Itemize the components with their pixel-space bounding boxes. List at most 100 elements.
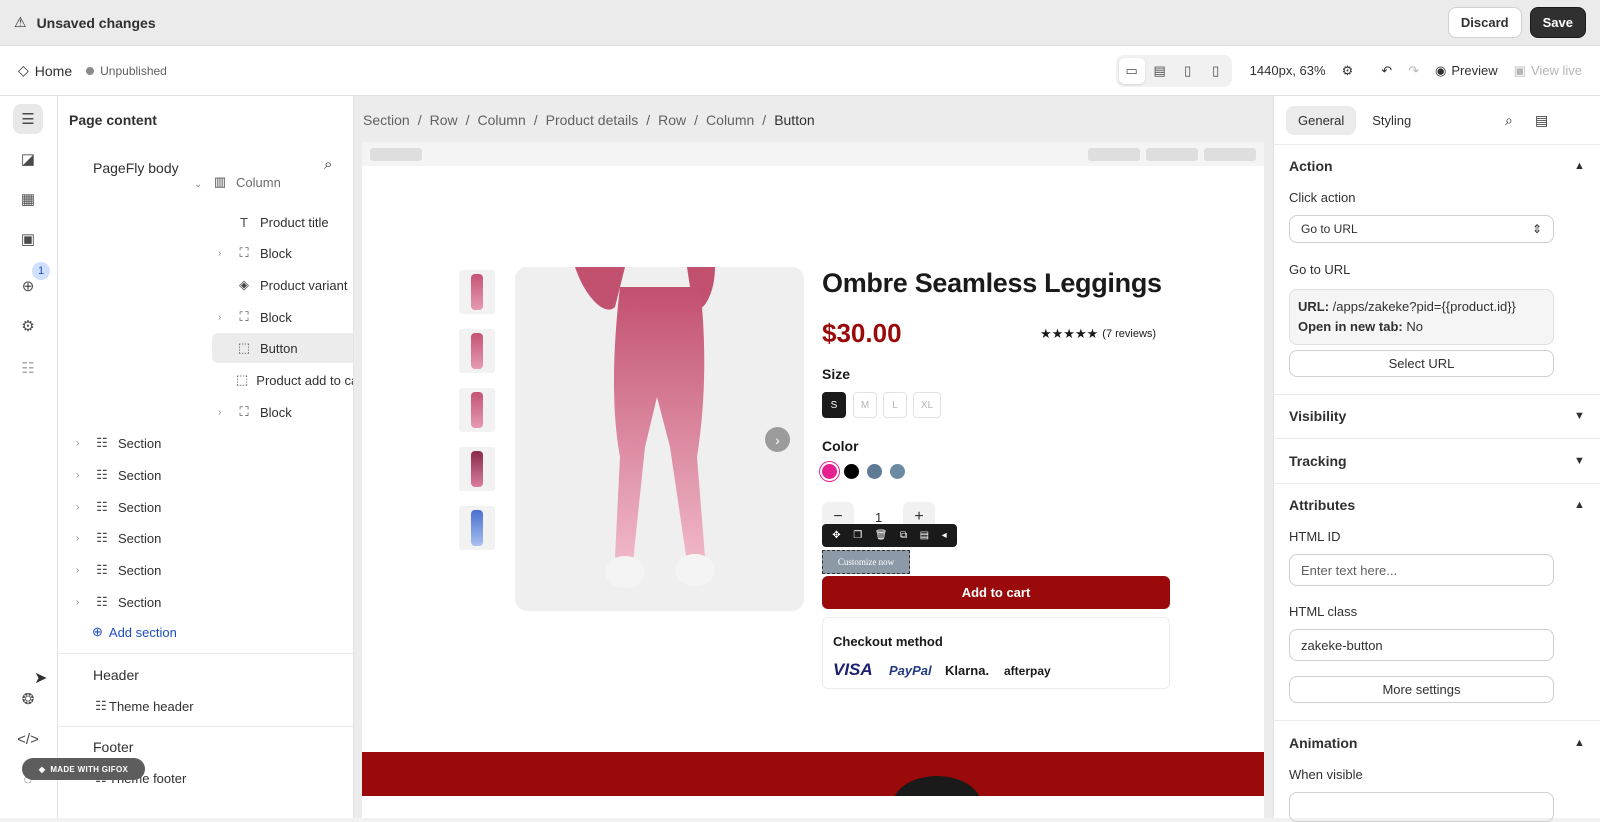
product-main-image: › bbox=[515, 267, 804, 611]
chevron-right-icon[interactable]: › bbox=[218, 248, 228, 259]
chevron-up-icon[interactable]: ▲ bbox=[1574, 499, 1585, 511]
search-icon[interactable]: ⌕ bbox=[1505, 112, 1513, 129]
product-thumbnail[interactable] bbox=[459, 447, 495, 491]
page-selector[interactable]: ◇ Home bbox=[18, 62, 72, 79]
tree-item-section[interactable]: › ☷ Section bbox=[76, 587, 161, 617]
customize-now-button[interactable]: Customize now bbox=[822, 550, 910, 574]
chevron-right-icon[interactable]: › bbox=[76, 438, 86, 449]
elements-icon[interactable]: ◪ bbox=[13, 144, 43, 174]
tree-item-product-title[interactable]: T Product title bbox=[236, 207, 329, 237]
chevron-right-icon[interactable]: › bbox=[76, 470, 86, 481]
html-id-input[interactable] bbox=[1289, 554, 1554, 586]
tab-general[interactable]: General bbox=[1286, 106, 1357, 135]
breadcrumb-item-current[interactable]: Button bbox=[774, 112, 814, 128]
desktop-large-icon[interactable]: ▭ bbox=[1118, 57, 1145, 84]
chevron-right-icon[interactable]: › bbox=[76, 533, 86, 544]
delete-icon[interactable]: 🗑 bbox=[875, 530, 888, 541]
discard-button[interactable]: Discard bbox=[1447, 7, 1522, 38]
quantity-value[interactable]: 1 bbox=[875, 510, 882, 525]
size-option-s[interactable]: S bbox=[822, 392, 846, 418]
store-icon[interactable]: ▣ bbox=[13, 224, 43, 254]
product-thumbnail[interactable] bbox=[459, 270, 495, 314]
breadcrumb-item[interactable]: Column bbox=[706, 112, 754, 128]
gifox-watermark: ◆ MADE WITH GIFOX bbox=[22, 758, 145, 780]
tablet-icon[interactable]: ▯ bbox=[1175, 58, 1201, 84]
paste-icon[interactable]: ▤ bbox=[920, 530, 929, 541]
notes-icon[interactable]: ▤ bbox=[1535, 112, 1548, 129]
grid-icon[interactable]: ▦ bbox=[13, 184, 43, 214]
tree-item-product-add-to-cart[interactable]: ⬚ Product add to cart bbox=[236, 365, 353, 395]
tree-item-button[interactable]: ⬚ Button bbox=[212, 333, 353, 363]
viewport-size[interactable]: 1440px, 63% bbox=[1250, 63, 1326, 78]
action-section-title[interactable]: Action bbox=[1289, 158, 1333, 174]
move-icon[interactable]: ✥ bbox=[832, 530, 840, 541]
html-class-input[interactable] bbox=[1289, 629, 1554, 661]
layers-icon[interactable]: ☰ bbox=[13, 104, 43, 134]
duplicate-icon[interactable]: ❐ bbox=[853, 530, 862, 541]
chevron-down-icon[interactable]: ▼ bbox=[1574, 410, 1585, 422]
code-icon[interactable]: </> bbox=[13, 724, 43, 754]
mobile-icon[interactable]: ▯ bbox=[1203, 58, 1229, 84]
add-to-cart-button[interactable]: Add to cart bbox=[822, 576, 1170, 609]
color-swatch-black[interactable] bbox=[844, 464, 859, 479]
review-count[interactable]: (7 reviews) bbox=[1102, 328, 1156, 340]
breadcrumb-item[interactable]: Row bbox=[658, 112, 686, 128]
click-action-select[interactable]: Go to URL ⇕ bbox=[1289, 215, 1554, 243]
apps-icon[interactable]: ❂ bbox=[13, 684, 43, 714]
tree-item-section[interactable]: › ☷ Section bbox=[76, 460, 161, 490]
tree-item-column[interactable]: ⌄ ▥ Column bbox=[194, 176, 281, 190]
tree-item-block[interactable]: › ⛶ Block bbox=[218, 397, 292, 427]
collapse-icon[interactable]: ◂ bbox=[942, 530, 947, 541]
chevron-right-icon[interactable]: › bbox=[76, 565, 86, 576]
tab-styling[interactable]: Styling bbox=[1360, 106, 1423, 135]
tree-item-product-variant[interactable]: ◈ Product variant bbox=[236, 270, 347, 300]
chevron-right-icon[interactable]: › bbox=[76, 597, 86, 608]
tree-item-section[interactable]: › ☷ Section bbox=[76, 523, 161, 553]
color-swatch-pink[interactable] bbox=[822, 464, 837, 479]
product-thumbnail[interactable] bbox=[459, 388, 495, 432]
breadcrumb-item[interactable]: Product details bbox=[546, 112, 639, 128]
next-image-arrow[interactable]: › bbox=[765, 427, 790, 452]
select-url-button[interactable]: Select URL bbox=[1289, 350, 1554, 377]
size-option-m[interactable]: M bbox=[853, 392, 877, 418]
redo-icon[interactable]: ↷ bbox=[1408, 63, 1419, 79]
chevron-up-icon[interactable]: ▲ bbox=[1574, 737, 1585, 749]
more-settings-button[interactable]: More settings bbox=[1289, 676, 1554, 703]
chevron-right-icon[interactable]: › bbox=[218, 407, 228, 418]
chevron-right-icon[interactable]: › bbox=[76, 502, 86, 513]
desktop-icon[interactable]: ▤ bbox=[1147, 58, 1173, 84]
breadcrumb-item[interactable]: Column bbox=[478, 112, 526, 128]
chevron-down-icon[interactable]: ▼ bbox=[1574, 455, 1585, 467]
tree-item-theme-header[interactable]: ☷ Theme header bbox=[93, 691, 193, 721]
settings-sliders-icon[interactable]: ⚙ bbox=[1342, 63, 1354, 79]
tree-item-block[interactable]: › ⛶ Block bbox=[218, 238, 292, 268]
tree-item-block[interactable]: › ⛶ Block bbox=[218, 302, 292, 332]
animation-section-title[interactable]: Animation bbox=[1289, 735, 1357, 751]
size-option-xl[interactable]: XL bbox=[913, 392, 941, 418]
breadcrumb-item[interactable]: Row bbox=[430, 112, 458, 128]
breadcrumb-item[interactable]: Section bbox=[363, 112, 410, 128]
tree-item-section[interactable]: › ☷ Section bbox=[76, 555, 161, 585]
view-live-button[interactable]: ▣ View live bbox=[1514, 63, 1582, 79]
chevron-up-icon[interactable]: ▲ bbox=[1574, 160, 1585, 172]
search-icon[interactable]: ⌕ bbox=[324, 156, 332, 173]
add-section-button[interactable]: ⊕ Add section bbox=[92, 624, 177, 640]
color-swatch-blue-gray[interactable] bbox=[890, 464, 905, 479]
visibility-section-title[interactable]: Visibility bbox=[1289, 408, 1346, 424]
gear-icon[interactable]: ⚙ bbox=[13, 311, 43, 341]
attributes-section-title[interactable]: Attributes bbox=[1289, 497, 1355, 513]
preview-button[interactable]: ◉ Preview bbox=[1435, 63, 1498, 79]
copy-icon[interactable]: ⧉ bbox=[900, 530, 907, 541]
product-thumbnail[interactable] bbox=[459, 506, 495, 550]
tracking-section-title[interactable]: Tracking bbox=[1289, 453, 1347, 469]
product-thumbnail[interactable] bbox=[459, 329, 495, 373]
sections-icon[interactable]: ☷ bbox=[13, 353, 43, 383]
undo-icon[interactable]: ↶ bbox=[1381, 63, 1392, 79]
color-swatch-slate[interactable] bbox=[867, 464, 882, 479]
chevron-right-icon[interactable]: › bbox=[218, 312, 228, 323]
tree-item-section[interactable]: › ☷ Section bbox=[76, 492, 161, 522]
chevron-down-icon: ⌄ bbox=[194, 179, 203, 190]
save-button[interactable]: Save bbox=[1529, 7, 1586, 38]
tree-item-section[interactable]: › ☷ Section bbox=[76, 428, 161, 458]
size-option-l[interactable]: L bbox=[883, 392, 907, 418]
